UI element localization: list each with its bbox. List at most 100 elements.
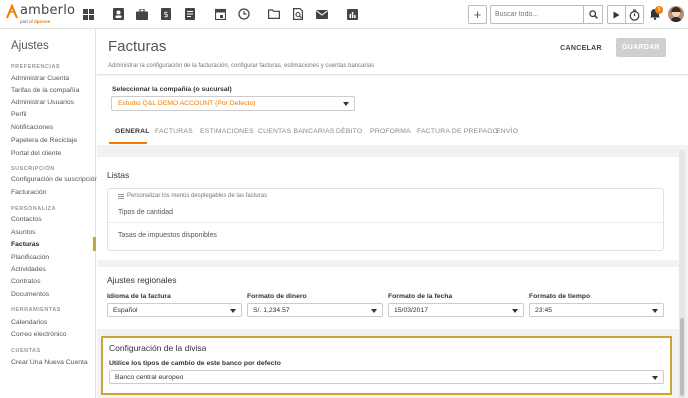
sidebar-item-actividades[interactable]: Actividades — [11, 266, 46, 273]
dinero-label: Formato de dinero — [247, 293, 307, 300]
sidebar-item-facturacion[interactable]: Facturación — [11, 189, 47, 196]
list-item-tasas-impuestos[interactable]: Tasas de impuestos disponibles — [108, 226, 663, 246]
sidebar-item-administrar-cuenta[interactable]: Administrar Cuenta — [11, 75, 69, 82]
main-content: Facturas Administrar la configuración de… — [97, 29, 688, 398]
sidebar-item-crear-cuenta[interactable]: Crear Una Nueva Cuenta — [11, 359, 88, 366]
billing-icon[interactable]: $ — [158, 6, 174, 22]
dinero-value: S/. 1,234.57 — [253, 307, 290, 314]
calendar-icon[interactable] — [212, 6, 228, 22]
company-select[interactable]: Estudio Q&L DEMO ACCOUNT (Por Defecto) — [111, 96, 355, 111]
sidebar-item-perfil[interactable]: Perfil — [11, 111, 27, 118]
sidebar-group-herramientas: HERRAMIENTAS — [11, 307, 61, 313]
sidebar-item-notificaciones[interactable]: Notificaciones — [11, 124, 53, 131]
sidebar-item-administrar-usuarios[interactable]: Administrar Usuarios — [11, 99, 74, 106]
history-icon[interactable] — [236, 6, 252, 22]
brand-name: amberlo — [20, 3, 76, 18]
sidebar-item-planificacion[interactable]: Planificación — [11, 254, 49, 261]
tab-estimaciones[interactable]: ESTIMACIONES — [200, 128, 254, 135]
document-icon[interactable] — [182, 6, 198, 22]
fecha-select[interactable]: 15/03/2017 — [388, 303, 524, 317]
sidebar-active-indicator — [93, 237, 96, 251]
scrollbar-thumb[interactable] — [680, 318, 684, 396]
sidebar-item-documentos[interactable]: Documentos — [11, 291, 49, 298]
play-icon — [613, 11, 620, 18]
sidebar-group-suscripcion: SUSCRIPCIÓN — [11, 166, 55, 172]
sidebar-item-contratos[interactable]: Contratos — [11, 278, 40, 285]
notifications-button[interactable]: 9 — [649, 6, 663, 22]
svg-text:$: $ — [163, 10, 168, 19]
settings-sidebar: Ajustes PREFERENCIAS Administrar Cuenta … — [0, 29, 98, 398]
chevron-down-icon — [343, 102, 349, 106]
tagline-prefix: part of — [20, 19, 33, 24]
sidebar-group-preferencias: PREFERENCIAS — [11, 64, 61, 70]
sidebar-item-portal-cliente[interactable]: Portal del cliente — [11, 150, 61, 157]
chevron-down-icon — [652, 376, 658, 380]
tab-general[interactable]: GENERAL — [115, 128, 150, 135]
chevron-down-icon — [512, 309, 518, 313]
regional-card: Ajustes regionales Idioma de la factura … — [97, 267, 679, 329]
chevron-down-icon — [652, 309, 658, 313]
listas-card: Listas Personalizar los menús desplegabl… — [97, 157, 679, 260]
currency-card: Configuración de la divisa Utilice los t… — [101, 336, 672, 395]
user-avatar[interactable] — [668, 6, 684, 22]
mail-icon[interactable] — [314, 6, 330, 22]
tiempo-field: Formato de tiempo 23:45 — [529, 293, 664, 317]
search-button[interactable] — [584, 5, 603, 24]
dinero-select[interactable]: S/. 1,234.57 — [247, 303, 383, 317]
list-item-tipos-cantidad[interactable]: Tipos de cantidad — [108, 203, 663, 223]
active-tab-indicator — [109, 142, 147, 144]
settings-tabs: GENERAL FACTURAS ESTIMACIONES CUENTAS BA… — [97, 120, 688, 145]
listas-title: Listas — [107, 170, 130, 180]
idioma-field: Idioma de la factura Español — [107, 293, 242, 317]
briefcase-icon[interactable] — [134, 6, 150, 22]
tab-facturas[interactable]: FACTURAS — [155, 128, 193, 135]
sidebar-item-tarifas[interactable]: Tarifas de la compañía — [11, 87, 79, 94]
play-timer-button[interactable] — [607, 5, 625, 24]
tiempo-select[interactable]: 23:45 — [529, 303, 664, 317]
contacts-icon[interactable] — [110, 6, 126, 22]
top-bar: amberlo part of dpnone $ + Buscar todo..… — [0, 0, 688, 29]
tab-cuentas-bancarias[interactable]: CUENTAS BANCARIAS — [258, 128, 335, 135]
sidebar-item-contactos[interactable]: Contactos — [11, 216, 42, 223]
tiempo-label: Formato de tiempo — [529, 293, 591, 300]
main-scrollbar[interactable] — [679, 150, 685, 398]
page-description: Administrar la configuración de la factu… — [108, 63, 375, 69]
file-search-icon[interactable] — [290, 6, 306, 22]
currency-value: Banco central europeo — [115, 374, 184, 381]
sidebar-item-correo[interactable]: Correo electrónico — [11, 331, 67, 338]
page-title: Facturas — [108, 38, 167, 55]
sidebar-item-config-suscripcion[interactable]: Configuración de suscripción — [11, 176, 98, 183]
dashboard-icon[interactable] — [80, 6, 96, 22]
currency-select[interactable]: Banco central europeo — [109, 370, 664, 384]
tiempo-value: 23:45 — [535, 307, 553, 314]
folder-icon[interactable] — [266, 6, 282, 22]
logo[interactable]: amberlo part of dpnone — [6, 3, 76, 24]
currency-title: Configuración de la divisa — [109, 343, 207, 353]
sidebar-group-personaliza: PERSONALIZA — [11, 206, 56, 212]
add-button[interactable]: + — [468, 5, 487, 24]
sidebar-item-papelera[interactable]: Papelera de Reciclaje — [11, 137, 77, 144]
listas-box: Personalizar los menús desplegables de l… — [107, 188, 664, 251]
sidebar-item-facturas[interactable]: Facturas — [11, 241, 39, 248]
fecha-field: Formato de la fecha 15/03/2017 — [388, 293, 524, 317]
reports-icon[interactable] — [344, 6, 360, 22]
save-button[interactable]: GUARDAR — [616, 38, 666, 57]
cancel-button[interactable]: CANCELAR — [555, 39, 607, 57]
main-nav: $ — [80, 6, 368, 22]
brand-tagline: part of dpnone — [20, 19, 50, 24]
tab-factura-prepago[interactable]: FACTURA DE PREPAGO — [417, 128, 498, 135]
idioma-value: Español — [113, 307, 138, 314]
list-icon — [118, 193, 124, 199]
tab-debito[interactable]: DÉBITO — [336, 128, 362, 135]
sidebar-item-asuntos[interactable]: Asuntos — [11, 229, 36, 236]
timer-button[interactable] — [625, 5, 644, 24]
tab-envio[interactable]: ENVÍO — [496, 128, 518, 135]
tab-proforma[interactable]: PROFORMA — [370, 128, 411, 135]
chevron-down-icon — [371, 309, 377, 313]
regional-title: Ajustes regionales — [107, 275, 177, 285]
notification-count-badge: 9 — [655, 6, 663, 14]
search-input[interactable] — [490, 5, 584, 24]
idioma-select[interactable]: Español — [107, 303, 242, 317]
sidebar-item-calendarios[interactable]: Calendarios — [11, 319, 47, 326]
listas-hint: Personalizar los menús desplegables de l… — [118, 193, 267, 199]
